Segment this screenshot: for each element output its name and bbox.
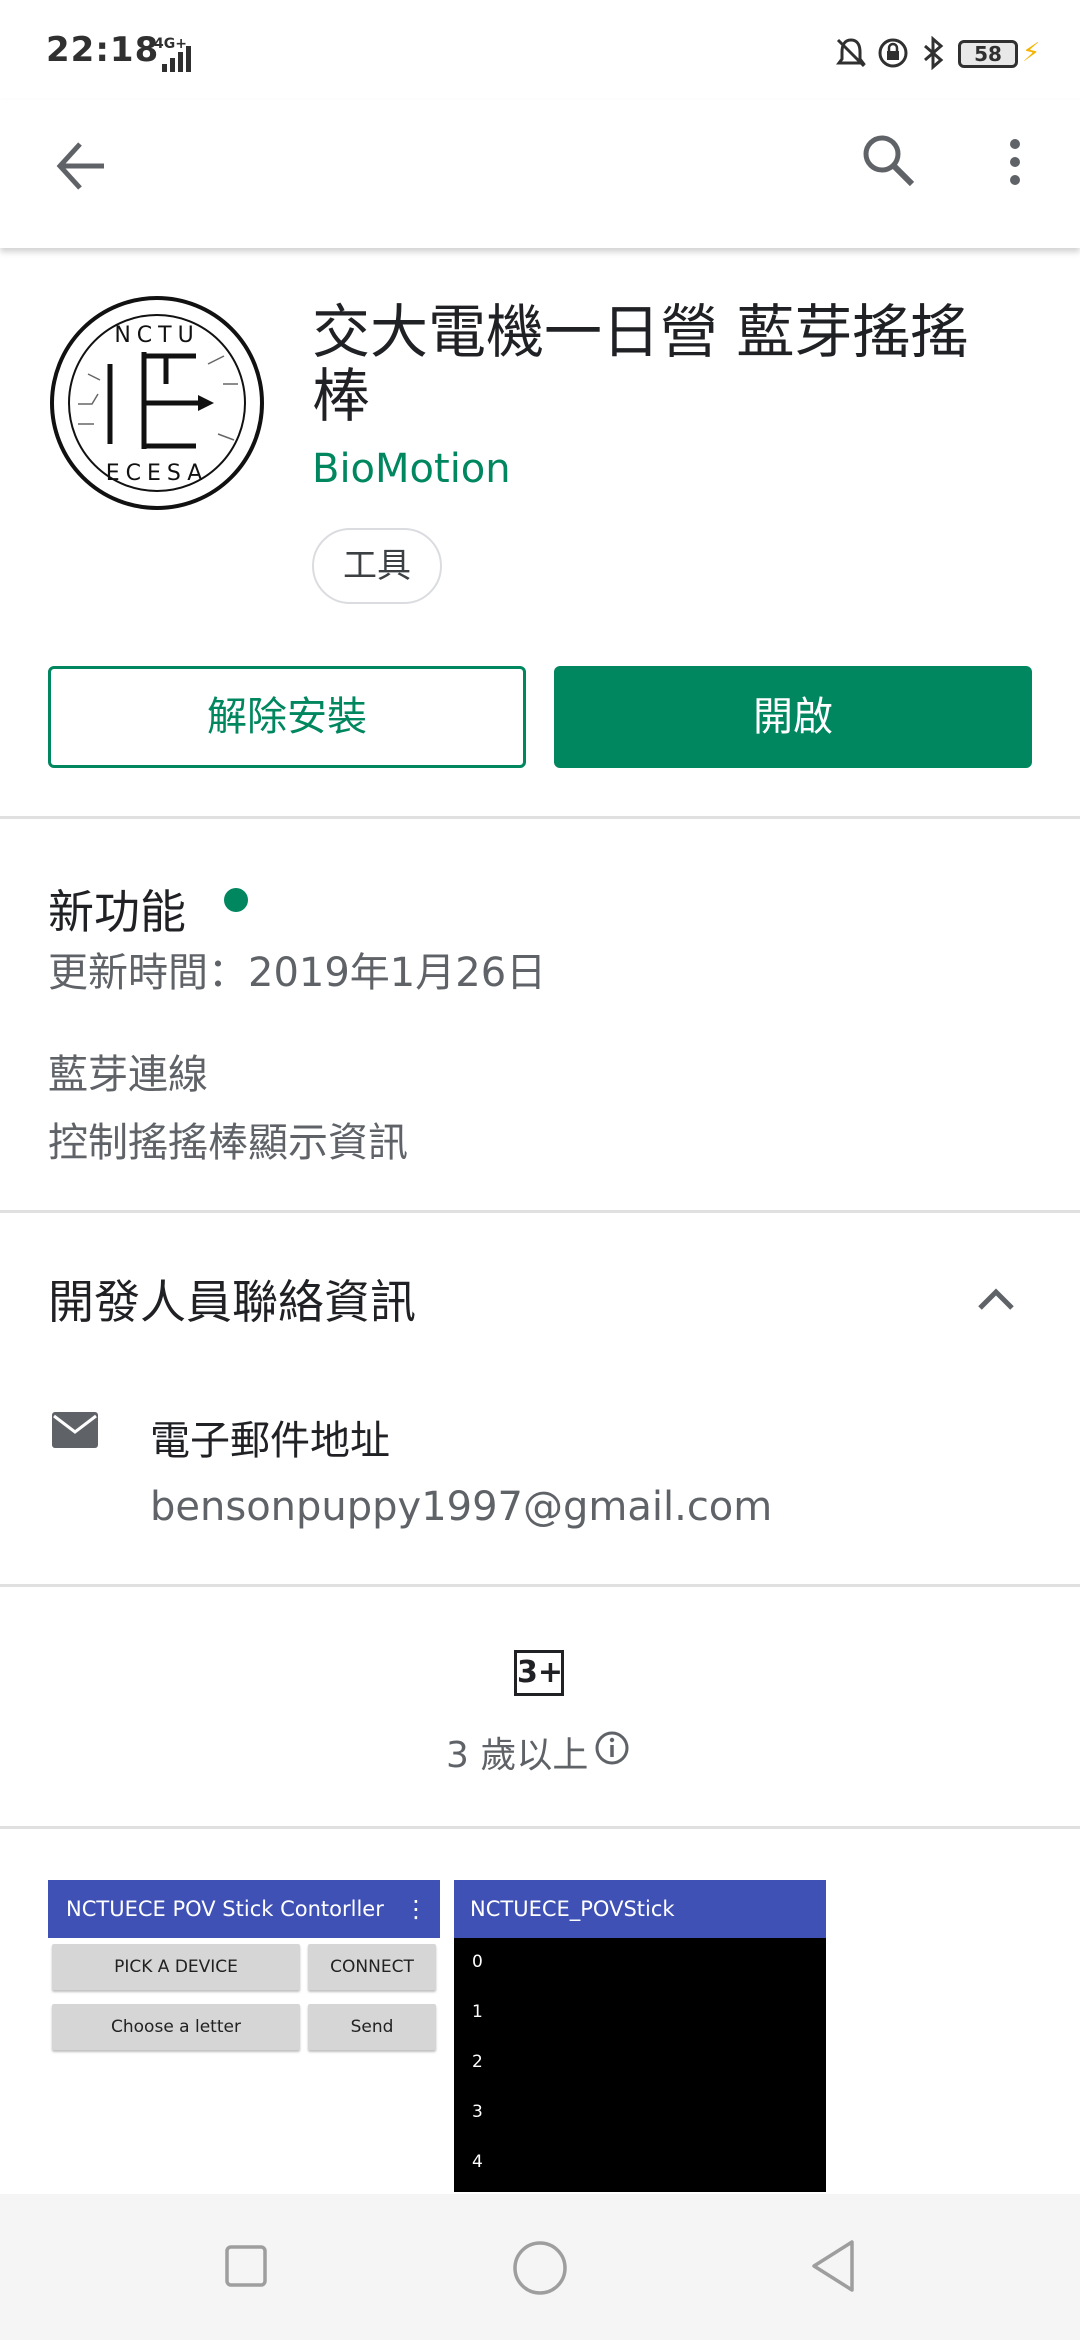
divider bbox=[0, 1584, 1080, 1587]
chevron-up-icon[interactable] bbox=[976, 1278, 1016, 1318]
back-triangle-icon[interactable] bbox=[810, 2238, 856, 2294]
charging-icon: ⚡ bbox=[1022, 38, 1041, 68]
more-vert-icon[interactable] bbox=[1000, 132, 1030, 192]
send-button: Send bbox=[308, 2004, 436, 2050]
top-app-bar bbox=[0, 100, 1080, 248]
screenshot-2-toolbar: NCTUECE_POVStick bbox=[454, 1880, 826, 1938]
screenshot-2[interactable]: NCTUECE_POVStick 0 1 2 3 4 bbox=[454, 1880, 826, 2192]
new-indicator-dot bbox=[224, 888, 248, 912]
pick-device-button: PICK A DEVICE bbox=[52, 1944, 300, 1990]
list-item: 4 bbox=[472, 2152, 483, 2172]
list-item: 2 bbox=[472, 2052, 483, 2072]
logo-text-bottom: ECESA bbox=[106, 461, 209, 486]
content-rating-badge: 3+ bbox=[514, 1650, 564, 1696]
list-item: 3 bbox=[472, 2102, 483, 2122]
email-address-link[interactable]: bensonpuppy1997@gmail.com bbox=[150, 1484, 772, 1530]
more-vert-icon: ⋮ bbox=[404, 1895, 428, 1923]
whats-new-line: 控制搖搖棒顯示資訊 bbox=[48, 1120, 408, 1166]
whats-new-title[interactable]: 新功能 bbox=[48, 876, 186, 942]
status-time: 22:18 bbox=[46, 30, 160, 70]
choose-letter-button: Choose a letter bbox=[52, 2004, 300, 2050]
recents-square-icon[interactable] bbox=[224, 2244, 268, 2288]
logo-text-top: NCTU bbox=[114, 323, 199, 348]
bluetooth-icon bbox=[924, 36, 944, 70]
connect-button: CONNECT bbox=[308, 1944, 436, 1990]
back-arrow-icon[interactable] bbox=[52, 136, 112, 196]
screenshot-1[interactable]: NCTUECE POV Stick Contorller ⋮ PICK A DE… bbox=[48, 1880, 440, 2180]
mute-bell-icon bbox=[836, 38, 866, 68]
list-item: 1 bbox=[472, 2002, 483, 2022]
battery-icon: 58 bbox=[958, 40, 1018, 68]
app-logo: NCTU ECESA bbox=[50, 296, 264, 510]
screenshot-1-toolbar: NCTUECE POV Stick Contorller bbox=[48, 1880, 440, 1938]
list-item: 0 bbox=[472, 1952, 483, 1972]
developer-contact-title[interactable]: 開發人員聯絡資訊 bbox=[48, 1266, 416, 1332]
email-icon bbox=[52, 1412, 98, 1448]
content-rating-text: 3 歲以上 bbox=[446, 1735, 589, 1776]
divider bbox=[0, 1826, 1080, 1829]
signal-icon bbox=[162, 46, 191, 72]
info-icon[interactable] bbox=[594, 1730, 630, 1766]
email-label: 電子郵件地址 bbox=[150, 1418, 390, 1464]
whats-new-line: 藍芽連線 bbox=[48, 1052, 208, 1098]
open-button[interactable]: 開啟 bbox=[554, 666, 1032, 768]
developer-link[interactable]: BioMotion bbox=[312, 446, 511, 492]
app-title: 交大電機一日營 藍芽搖搖棒 bbox=[312, 298, 969, 430]
category-chip[interactable]: 工具 bbox=[312, 528, 442, 604]
home-circle-icon[interactable] bbox=[512, 2240, 568, 2296]
update-date: 更新時間：2019年1月26日 bbox=[48, 950, 547, 996]
search-icon[interactable] bbox=[858, 130, 918, 190]
divider bbox=[0, 1210, 1080, 1213]
uninstall-button[interactable]: 解除安裝 bbox=[48, 666, 526, 768]
divider bbox=[0, 816, 1080, 819]
rotation-lock-icon bbox=[878, 38, 908, 68]
